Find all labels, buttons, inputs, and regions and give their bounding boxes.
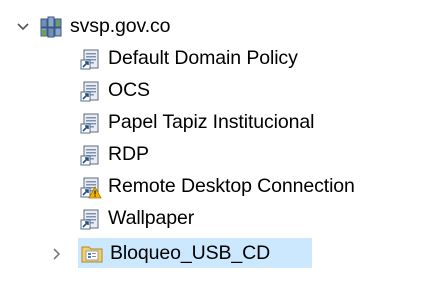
tree-item-label[interactable]: Remote Desktop Connection <box>108 172 355 200</box>
tree-item-gpo-link[interactable]: RDP <box>0 140 380 170</box>
tree-item-label[interactable]: OCS <box>108 76 150 104</box>
tree-item-gpo-link[interactable]: Default Domain Policy <box>0 44 380 74</box>
chevron-right-icon[interactable] <box>48 246 64 262</box>
tree-item-gpo-link[interactable]: Papel Tapiz Institucional <box>0 108 380 138</box>
tree-root-label[interactable]: svsp.gov.co <box>70 12 171 40</box>
gpo-tree: svsp.gov.co Default Domain Policy OCS Pa… <box>0 0 431 290</box>
tree-item-ou[interactable]: Bloqueo_USB_CD <box>0 238 431 268</box>
tree-item-label[interactable]: Default Domain Policy <box>108 44 298 72</box>
tree-item-label[interactable]: Papel Tapiz Institucional <box>108 108 314 136</box>
gpo-link-icon <box>80 113 102 135</box>
tree-item-label[interactable]: RDP <box>108 140 149 168</box>
tree-root-node[interactable]: svsp.gov.co <box>0 12 260 42</box>
tree-item-gpo-link[interactable]: Wallpaper <box>0 204 380 234</box>
gpo-link-icon <box>80 145 102 167</box>
tree-item-gpo-link[interactable]: OCS <box>0 76 380 106</box>
tree-item-label[interactable]: Bloqueo_USB_CD <box>110 239 270 267</box>
chevron-down-icon[interactable] <box>15 19 31 35</box>
organizational-unit-icon <box>81 242 103 264</box>
gpo-link-icon <box>80 209 102 231</box>
gpo-link-icon <box>80 81 102 103</box>
gpo-link-icon <box>80 49 102 71</box>
gpo-link-warning-icon <box>80 177 102 199</box>
tree-item-gpo-link[interactable]: Remote Desktop Connection <box>0 172 431 202</box>
tree-item-label[interactable]: Wallpaper <box>108 204 194 232</box>
domain-icon <box>40 16 62 38</box>
